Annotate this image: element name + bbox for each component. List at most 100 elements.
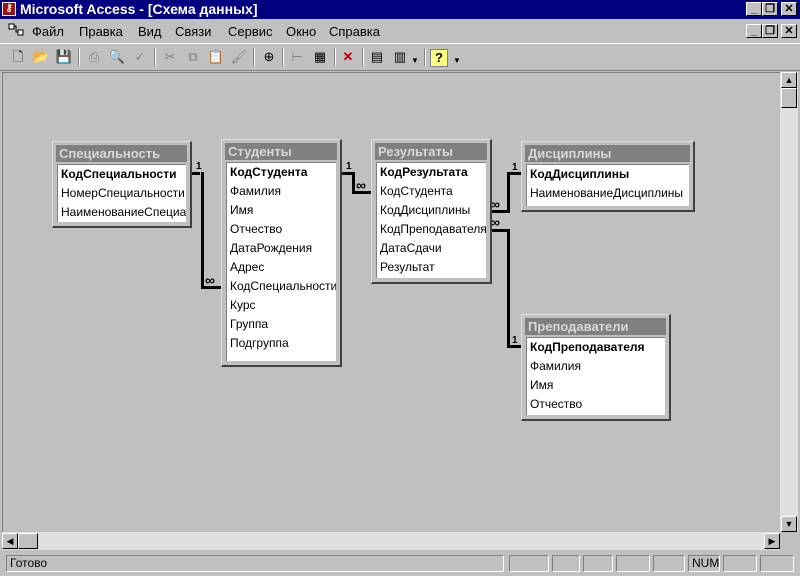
field-item[interactable]: ДатаРождения xyxy=(227,239,336,258)
table-title[interactable]: Преподаватели xyxy=(525,318,666,335)
field-item[interactable]: КодСтудента xyxy=(377,182,486,201)
format-painter-icon[interactable]: 🖌 xyxy=(229,47,249,67)
database-window-icon[interactable]: ▤ xyxy=(367,47,387,67)
title-bar: ⚷ Microsoft Access - [Схема данных] _ ❐ … xyxy=(0,0,800,19)
vertical-scrollbar[interactable]: ▲ ▼ xyxy=(780,72,798,532)
field-list: КодДисциплины НаименованиеДисциплины xyxy=(526,164,689,206)
print-icon[interactable]: ⎙ xyxy=(84,47,104,67)
vertical-scroll-thumb[interactable] xyxy=(781,88,797,108)
minimize-button[interactable]: _ xyxy=(746,2,762,16)
menu-view[interactable]: Вид xyxy=(138,24,162,39)
status-indicator xyxy=(616,555,650,572)
status-indicator xyxy=(760,555,794,572)
show-direct-icon[interactable]: ⊢ xyxy=(287,47,307,67)
field-item[interactable]: Имя xyxy=(527,376,665,395)
scroll-left-icon[interactable]: ◀ xyxy=(2,533,18,549)
scroll-down-icon[interactable]: ▼ xyxy=(781,516,797,532)
table-teachers[interactable]: Преподаватели КодПреподавателя Фамилия И… xyxy=(521,314,671,421)
field-item[interactable]: Отчество xyxy=(227,220,336,239)
doc-minimize-button[interactable]: _ xyxy=(746,24,762,38)
save-icon[interactable]: 💾 xyxy=(54,47,74,67)
status-indicator xyxy=(509,555,549,572)
field-item[interactable]: НомерСпециальности xyxy=(58,184,186,203)
scroll-up-icon[interactable]: ▲ xyxy=(781,72,797,88)
table-title[interactable]: Дисциплины xyxy=(525,145,690,162)
field-item[interactable]: Отчество xyxy=(527,395,665,414)
menu-file[interactable]: Файл xyxy=(32,24,64,39)
field-item[interactable]: КодДисциплины xyxy=(377,201,486,220)
document-relationships-icon[interactable] xyxy=(8,23,24,37)
toolbar-separator xyxy=(334,48,336,66)
field-item[interactable]: Результат xyxy=(377,258,486,277)
field-item[interactable]: Группа xyxy=(227,315,336,334)
table-disciplines[interactable]: Дисциплины КодДисциплины НаименованиеДис… xyxy=(521,141,695,212)
relationship-line[interactable] xyxy=(201,172,204,286)
new-icon[interactable]: 🗋 xyxy=(8,47,28,67)
field-item[interactable]: Адрес xyxy=(227,258,336,277)
access-key-icon[interactable]: ⚷ xyxy=(2,2,16,16)
scroll-right-icon[interactable]: ▶ xyxy=(764,533,780,549)
field-item[interactable]: ДатаСдачи xyxy=(377,239,486,258)
field-primary-key[interactable]: КодРезультата xyxy=(377,163,486,182)
horizontal-scrollbar[interactable]: ◀ ▶ xyxy=(2,532,780,550)
doc-restore-button[interactable]: ❐ xyxy=(762,24,778,38)
field-item[interactable]: Подгруппа xyxy=(227,334,336,353)
toolbar-separator xyxy=(424,48,426,66)
field-item[interactable]: Курс xyxy=(227,296,336,315)
cardinality-one: 1 xyxy=(196,161,202,172)
horizontal-scroll-thumb[interactable] xyxy=(18,533,38,549)
field-item[interactable]: Имя xyxy=(227,201,336,220)
field-primary-key[interactable]: КодПреподавателя xyxy=(527,338,665,357)
table-title[interactable]: Специальность xyxy=(56,145,187,162)
cut-icon[interactable]: ✂ xyxy=(160,47,180,67)
show-all-icon[interactable]: ▦ xyxy=(310,47,330,67)
new-object-dropdown-icon[interactable]: ▼ xyxy=(411,56,419,65)
field-item[interactable]: НаименованиеДисциплины xyxy=(527,184,689,203)
field-item[interactable]: Фамилия xyxy=(527,357,665,376)
field-primary-key[interactable]: КодСпециальности xyxy=(58,165,186,184)
cardinality-many: ∞ xyxy=(205,272,215,288)
help-dropdown-icon[interactable]: ▼ xyxy=(453,56,461,65)
menu-tools[interactable]: Сервис xyxy=(228,24,273,39)
menu-relationships[interactable]: Связи xyxy=(175,24,211,39)
status-indicator xyxy=(723,555,757,572)
new-object-icon[interactable]: ▥ xyxy=(390,47,410,67)
field-primary-key[interactable]: КодСтудента xyxy=(227,163,336,182)
menu-help[interactable]: Справка xyxy=(329,24,380,39)
close-button[interactable]: ✕ xyxy=(781,2,797,16)
toolbar-separator xyxy=(154,48,156,66)
copy-icon[interactable]: ⧉ xyxy=(183,47,203,67)
paste-icon[interactable]: 📋 xyxy=(206,47,226,67)
field-item[interactable]: Фамилия xyxy=(227,182,336,201)
cardinality-many: ∞ xyxy=(356,177,366,193)
restore-button[interactable]: ❐ xyxy=(762,2,778,16)
table-specialty[interactable]: Специальность КодСпециальности НомерСпец… xyxy=(52,141,192,228)
table-results[interactable]: Результаты КодРезультата КодСтудента Код… xyxy=(371,139,492,284)
field-item[interactable]: КодПреподавателя xyxy=(377,220,486,239)
toolbar-separator xyxy=(282,48,284,66)
field-item[interactable]: НаименованиеСпециальности xyxy=(58,203,186,222)
relationship-line[interactable] xyxy=(507,229,510,348)
table-students[interactable]: Студенты КодСтудента Фамилия Имя Отчеств… xyxy=(221,139,342,367)
relationship-line[interactable] xyxy=(507,172,510,213)
field-primary-key[interactable]: КодДисциплины xyxy=(527,165,689,184)
status-indicator xyxy=(583,555,613,572)
help-icon[interactable]: ? xyxy=(430,49,448,67)
field-item[interactable]: КодСпециальности xyxy=(227,277,336,296)
cardinality-one: 1 xyxy=(346,161,352,172)
delete-icon[interactable]: ✕ xyxy=(338,47,358,67)
doc-close-button[interactable]: ✕ xyxy=(781,24,797,38)
menu-edit[interactable]: Правка xyxy=(79,24,123,39)
menu-bar: Файл Правка Вид Связи Сервис Окно Справк… xyxy=(0,19,800,43)
table-title[interactable]: Студенты xyxy=(225,143,337,160)
field-list: КодПреподавателя Фамилия Имя Отчество xyxy=(526,337,665,415)
open-icon[interactable]: 📂 xyxy=(31,47,51,67)
menu-window[interactable]: Окно xyxy=(286,24,316,39)
show-table-icon[interactable]: ⊕ xyxy=(259,47,279,67)
field-list: КодСтудента Фамилия Имя Отчество ДатаРож… xyxy=(226,162,336,361)
spelling-icon[interactable]: ✓ xyxy=(130,47,150,67)
print-preview-icon[interactable]: 🔍 xyxy=(107,47,127,67)
cardinality-one: 1 xyxy=(512,335,518,346)
window-title: Microsoft Access - [Схема данных] xyxy=(20,1,258,17)
table-title[interactable]: Результаты xyxy=(375,143,487,160)
